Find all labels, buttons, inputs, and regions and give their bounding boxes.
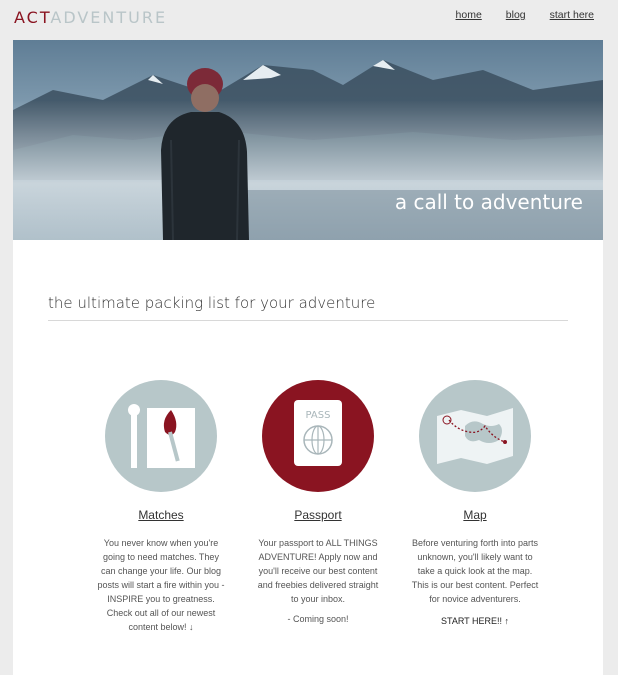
section-divider: [48, 320, 568, 321]
nav-start-here-link[interactable]: start here: [550, 9, 594, 21]
hero-banner: a call to adventure: [13, 40, 603, 240]
feature-desc-passport: Your passport to ALL THINGS ADVENTURE! A…: [257, 538, 379, 604]
main-nav: home blog start here: [456, 9, 594, 21]
start-here-link[interactable]: START HERE!! ↑: [410, 616, 540, 626]
content-card: the ultimate packing list for your adven…: [13, 240, 603, 675]
feature-desc-map: Before venturing forth into parts unknow…: [411, 538, 539, 604]
top-bar: ACTADVENTURE home blog start here: [0, 0, 618, 40]
feature-title-passport[interactable]: Passport: [294, 508, 341, 522]
nav-home-link[interactable]: home: [456, 9, 482, 21]
feature-map: Map Before venturing forth into parts un…: [410, 380, 540, 626]
passport-icon-label: PASS: [306, 410, 331, 421]
feature-title-matches[interactable]: Matches: [138, 508, 183, 522]
feature-matches: Matches You never know when you're going…: [96, 380, 226, 634]
matches-icon[interactable]: [105, 380, 217, 492]
map-icon[interactable]: [419, 380, 531, 492]
logo-adventure: ADVENTURE: [50, 8, 168, 27]
feature-title-map[interactable]: Map: [463, 508, 486, 522]
passport-icon[interactable]: PASS: [262, 380, 374, 492]
feature-desc-matches: You never know when you're going to need…: [97, 538, 225, 632]
site-logo[interactable]: ACTADVENTURE: [14, 8, 167, 27]
nav-blog-link[interactable]: blog: [506, 9, 526, 21]
section-title: the ultimate packing list for your adven…: [48, 294, 376, 312]
logo-act: ACT: [14, 8, 51, 27]
feature-note-passport: - Coming soon!: [287, 614, 349, 624]
hero-caption: a call to adventure: [394, 190, 583, 214]
feature-passport: PASS Passport Your passport to ALL THING…: [253, 380, 383, 624]
